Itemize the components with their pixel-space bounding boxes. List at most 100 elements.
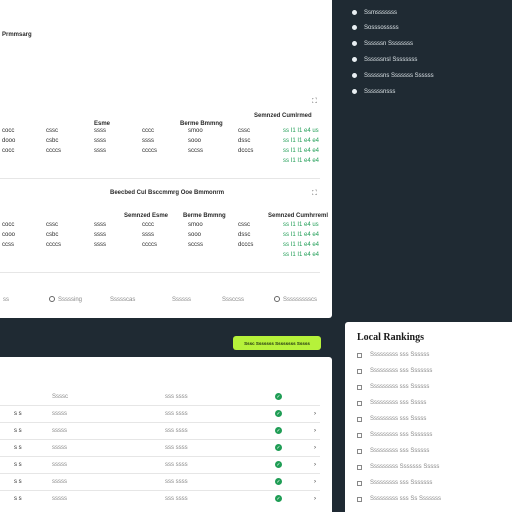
row-cell: sssss	[52, 496, 67, 502]
list-icon	[357, 385, 362, 390]
list-icon	[357, 433, 362, 438]
pager-item[interactable]: Ssssssssscs	[283, 297, 317, 304]
ranking-item[interactable]: Sssssssss sss Ssssss	[357, 448, 429, 455]
chevron-right-icon[interactable]: ›	[314, 479, 316, 486]
row-cell: s s	[14, 462, 22, 468]
table-cell: dcccs	[238, 148, 254, 154]
table1-col-head: Esme	[94, 121, 111, 127]
table-cell: dooo	[2, 138, 16, 144]
sidebar-item[interactable]: Ssssssn Ssssssss	[351, 40, 413, 47]
row-cell: sssss	[52, 428, 67, 434]
expand-icon[interactable]: ⛶	[312, 98, 317, 105]
divider	[0, 439, 320, 440]
pager-item[interactable]: ss	[3, 297, 9, 304]
chevron-right-icon[interactable]: ›	[314, 462, 316, 469]
ranking-item[interactable]: Sssssssss sss Ss Sssssss	[357, 496, 441, 503]
divider	[0, 422, 320, 423]
table-cell: ssss	[94, 232, 106, 238]
sidebar-item[interactable]: Ssssssnsl Ssssssss	[351, 56, 417, 63]
chevron-right-icon[interactable]: ›	[314, 445, 316, 452]
row-cell: s s	[14, 479, 22, 485]
table-cell: ccccs	[46, 242, 61, 248]
ranking-item[interactable]: Sssssssss sss Ssssss	[357, 352, 429, 359]
chevron-right-icon[interactable]: ›	[314, 411, 316, 418]
table1-col-head: Berme Bmmng	[180, 121, 223, 127]
ranking-item[interactable]: Sssssssss Sssssss Sssss	[357, 464, 439, 471]
sidebar-item[interactable]: Ssssssns Sssssss Ssssss	[351, 72, 434, 79]
chevron-right-icon[interactable]: ›	[314, 496, 316, 503]
table-cell: cocc	[2, 222, 15, 228]
list-icon	[357, 417, 362, 422]
ranking-item[interactable]: Sssssssss sss Ssssss	[357, 384, 429, 391]
check-icon[interactable]: ✓	[275, 461, 282, 468]
row-cell: Ssssc	[52, 394, 69, 400]
row-cell: s s	[14, 445, 22, 451]
circle-icon	[351, 72, 358, 79]
table-cell: ccccs	[142, 148, 157, 154]
table-cell: cssc	[238, 222, 250, 228]
expand-icon[interactable]: ⛶	[312, 190, 317, 197]
circle-icon	[274, 296, 280, 302]
circle-icon	[49, 296, 55, 302]
sidebar-item-label: Ssssssnsl Ssssssss	[364, 56, 418, 63]
row-cell: s s	[14, 428, 22, 434]
table-cell: ss I1 I1 e4 e4	[283, 252, 320, 258]
table-cell: dssc	[238, 138, 251, 144]
list-icon	[357, 353, 362, 358]
check-icon[interactable]: ✓	[275, 410, 282, 417]
ranking-item[interactable]: Sssssssss sss Sssssss	[357, 480, 432, 487]
check-icon[interactable]: ✓	[275, 444, 282, 451]
table1-header-right: Semnzed Cumlrmed	[254, 113, 312, 119]
list-icon	[357, 449, 362, 454]
table-cell: dcccs	[238, 242, 254, 248]
ranking-item-label: Sssssssss sss Sssssss	[370, 432, 433, 438]
ranking-item[interactable]: Sssssssss sss Sssss	[357, 416, 426, 423]
pager-item[interactable]: Sssssing	[58, 297, 82, 304]
row-cell: sss ssss	[165, 428, 188, 434]
local-rankings-title: Local Rankings	[357, 332, 424, 343]
check-icon[interactable]: ✓	[275, 393, 282, 400]
ranking-item-label: Sssssssss Sssssss Sssss	[370, 464, 440, 470]
sidebar-item[interactable]: Sosssosssss	[351, 24, 399, 31]
table-cell: csbc	[46, 232, 59, 238]
sidebar-item[interactable]: Ssmsssssss	[351, 9, 397, 16]
divider	[0, 456, 320, 457]
divider	[0, 272, 320, 273]
table-cell: ssss	[142, 232, 154, 238]
pager-item[interactable]: Sssccss	[222, 297, 244, 304]
table-cell: ssss	[94, 128, 106, 134]
table-cell: cccc	[142, 128, 154, 134]
section-label: Prmmsarg	[2, 32, 32, 38]
table-cell: cssc	[46, 222, 58, 228]
list-icon	[357, 369, 362, 374]
circle-icon	[351, 9, 358, 16]
ranking-item-label: Sssssssss sss Sssss	[370, 416, 427, 422]
row-cell: s s	[14, 496, 22, 502]
ranking-item-label: Sssssssss sss Sssssss	[370, 368, 433, 374]
row-cell: sssss	[52, 462, 67, 468]
check-icon[interactable]: ✓	[275, 495, 282, 502]
bottom-panel: Ssssc sss ssss ✓ s s sssss sss ssss ✓ › s s sssss…	[0, 357, 332, 512]
chevron-right-icon[interactable]: ›	[314, 428, 316, 435]
sidebar-item-label: Sosssosssss	[364, 24, 399, 31]
pager-item[interactable]: Ssssscas	[110, 297, 135, 304]
table-cell: ssss	[94, 242, 106, 248]
table-cell: sccss	[188, 242, 203, 248]
table-cell: ssss	[94, 222, 106, 228]
row-cell: sssss	[52, 411, 67, 417]
ranking-item[interactable]: Sssssssss sss Sssssss	[357, 432, 432, 439]
table-cell: ssss	[94, 138, 106, 144]
table-cell: ss I1 I1 e4 e4	[283, 242, 320, 248]
sidebar-item[interactable]: Ssssssnsss	[351, 88, 395, 95]
ranking-item[interactable]: Sssssssss sss Sssssss	[357, 368, 432, 375]
check-icon[interactable]: ✓	[275, 478, 282, 485]
row-cell: sss ssss	[165, 411, 188, 417]
check-icon[interactable]: ✓	[275, 427, 282, 434]
table-cell: sccss	[188, 148, 203, 154]
ranking-item[interactable]: Sssssssss sss Sssss	[357, 400, 426, 407]
ranking-item-label: Sssssssss sss Ssssss	[370, 352, 430, 358]
pager-item[interactable]: Ssssss	[172, 297, 191, 304]
cta-button[interactable]: Sssc Sssssss Ssssssss Sssss	[233, 336, 321, 350]
table-cell: ssss	[142, 138, 154, 144]
table2-col-head: Semnzed Esme	[124, 213, 169, 219]
